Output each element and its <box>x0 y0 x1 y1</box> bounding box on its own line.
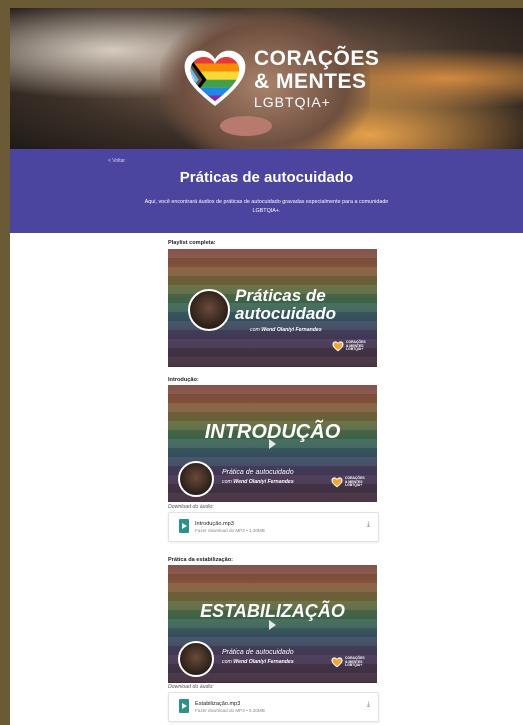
section-title-estabilizacao: Prática da estabilização: <box>168 557 233 563</box>
logo-line1: CORAÇÕES <box>254 47 380 70</box>
hero-photo-detail <box>220 116 272 136</box>
video-title-line1: Práticas de <box>235 286 326 305</box>
video-introducao[interactable]: INTRODUÇÃO Prática de autocuidado com We… <box>168 385 377 502</box>
video-subtitle-name: Wend Olaniyi Fernandes <box>261 327 322 333</box>
file-meta: Fazer download do MP3 • 5.30MB <box>195 708 265 713</box>
narrator-avatar <box>178 641 214 677</box>
logo-line3: LGBTQIA+ <box>254 94 331 110</box>
video-title: ESTABILIZAÇÃO <box>200 601 345 621</box>
download-caption: Download do áudio: <box>168 504 214 510</box>
page-title: Práticas de autocuidado <box>179 169 354 186</box>
heart-logo-icon <box>184 50 246 106</box>
video-subtitle: com Wend Olaniyi Fernandes <box>222 479 294 485</box>
video-subtitle-prefix: com <box>250 327 260 333</box>
section-title-playlist: Playlist completa: <box>168 240 216 246</box>
video-subtitle-line1: Prática de autocuidado <box>222 649 294 656</box>
mini-logo-line3: LGBTQIA+ <box>345 663 363 668</box>
audio-file-icon <box>179 699 189 713</box>
logo-line2: & MENTES <box>254 70 367 93</box>
page-header-band: < Voltar Práticas de autocuidado Aqui, v… <box>10 149 523 233</box>
video-mini-logo: CORAÇÕES & MENTES LGBTQIA+ <box>332 341 366 352</box>
video-mini-logo: CORAÇÕES & MENTES LGBTQIA+ <box>331 477 365 488</box>
download-icon[interactable]: ⤓ <box>367 701 370 709</box>
video-subtitle-name: Wend Olaniyi Fernandes <box>233 659 294 665</box>
video-subtitle-prefix: com <box>222 479 232 485</box>
page-description: Aqui, você encontrará áudios de práticas… <box>144 199 389 214</box>
mini-logo-line3: LGBTQIA+ <box>345 483 363 488</box>
heart-logo-icon <box>332 341 344 352</box>
video-subtitle-name: Wend Olaniyi Fernandes <box>233 479 294 485</box>
narrator-avatar <box>178 461 214 497</box>
file-name[interactable]: Estabilização.mp3 <box>195 701 240 707</box>
video-mini-logo: CORAÇÕES & MENTES LGBTQIA+ <box>331 657 365 668</box>
play-icon[interactable] <box>269 620 276 630</box>
file-meta: Fazer download do MP3 • 1.30MB <box>195 528 265 533</box>
audio-file-card[interactable]: Introdução.mp3 Fazer download do MP3 • 1… <box>168 512 379 542</box>
play-icon[interactable] <box>269 439 276 449</box>
mini-logo-text: CORAÇÕES & MENTES LGBTQIA+ <box>345 657 365 668</box>
logo-text: CORAÇÕES & MENTES LGBTQIA+ <box>254 48 379 109</box>
download-caption: Download do áudio: <box>168 684 214 690</box>
video-subtitle-prefix: com <box>222 659 232 665</box>
video-title-line2: autocuidado <box>235 304 337 323</box>
narrator-avatar <box>188 289 230 331</box>
video-playlist[interactable]: Práticas de autocuidado com Wend Olaniyi… <box>168 249 377 367</box>
video-subtitle: com Wend Olaniyi Fernandes <box>250 327 322 333</box>
section-title-introducao: Introdução: <box>168 377 199 383</box>
video-title: Práticas de autocuidado <box>235 287 336 323</box>
video-subtitle-line1: Prática de autocuidado <box>222 469 294 476</box>
download-icon[interactable]: ⤓ <box>367 521 370 529</box>
page: CORAÇÕES & MENTES LGBTQIA+ < Voltar Prát… <box>10 8 523 725</box>
heart-logo-icon <box>331 657 343 668</box>
video-subtitle: com Wend Olaniyi Fernandes <box>222 659 294 665</box>
audio-file-icon <box>179 519 189 533</box>
site-logo[interactable]: CORAÇÕES & MENTES LGBTQIA+ <box>182 48 379 109</box>
video-estabilizacao[interactable]: ESTABILIZAÇÃO Prática de autocuidado com… <box>168 565 377 683</box>
hero-banner: CORAÇÕES & MENTES LGBTQIA+ <box>10 8 523 149</box>
mini-logo-line3: LGBTQIA+ <box>346 347 364 352</box>
heart-logo-icon <box>331 477 343 488</box>
audio-file-card[interactable]: Estabilização.mp3 Fazer download do MP3 … <box>168 692 379 722</box>
mini-logo-text: CORAÇÕES & MENTES LGBTQIA+ <box>346 341 366 352</box>
back-link[interactable]: < Voltar <box>108 158 125 164</box>
mini-logo-text: CORAÇÕES & MENTES LGBTQIA+ <box>345 477 365 488</box>
file-name[interactable]: Introdução.mp3 <box>195 521 234 527</box>
